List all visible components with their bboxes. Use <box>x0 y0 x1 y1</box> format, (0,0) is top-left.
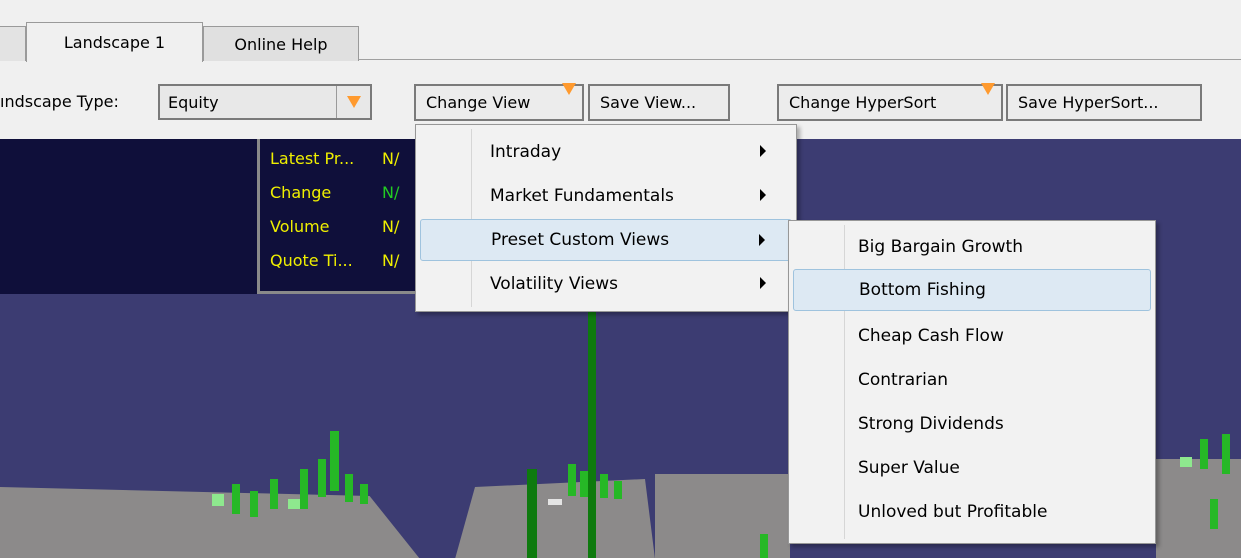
save-view-button[interactable]: Save View... <box>588 84 730 121</box>
landscape-type-label: ındscape Type: <box>0 92 119 111</box>
menu-item-label: Big Bargain Growth <box>858 237 1023 257</box>
menu-item-label: Strong Dividends <box>858 414 1004 434</box>
submenu-arrow-icon <box>760 189 766 201</box>
submenu-arrow-icon <box>760 145 766 157</box>
stock-bar[interactable] <box>345 474 353 502</box>
stock-bar[interactable] <box>1210 499 1218 529</box>
change-hypersort-label: Change HyperSort <box>789 93 937 112</box>
menu-item-label: Intraday <box>490 142 562 162</box>
save-hypersort-button[interactable]: Save HyperSort... <box>1006 84 1202 121</box>
stock-bar[interactable] <box>270 479 278 509</box>
stock-bar[interactable] <box>232 484 240 514</box>
quote-time-label: Quote Ti... <box>270 251 353 270</box>
menu-item-label: Volatility Views <box>490 274 619 294</box>
stock-bar[interactable] <box>527 469 537 558</box>
landscape-type-value: Equity <box>168 92 219 112</box>
volume-value: N/ <box>382 217 400 236</box>
change-view-menu: Intraday Market Fundamentals Preset Cust… <box>415 124 797 312</box>
change-value: N/ <box>382 183 400 202</box>
stock-bar[interactable] <box>330 431 339 491</box>
menu-item-label: Contrarian <box>858 370 949 390</box>
sector-platform[interactable] <box>655 474 790 558</box>
submenu-arrow-icon <box>759 234 765 246</box>
quote-panel: Latest Pr... N/ Change N/ Volume N/ Quot… <box>257 139 427 294</box>
submenu-arrow-icon <box>760 277 766 289</box>
stock-bar[interactable] <box>568 464 576 496</box>
latest-price-label: Latest Pr... <box>270 149 355 168</box>
stock-bar[interactable] <box>288 499 300 509</box>
sector-platform[interactable] <box>0 487 420 558</box>
stock-bar[interactable] <box>580 471 588 497</box>
stock-bar[interactable] <box>548 499 562 505</box>
preset-custom-views-submenu: Big Bargain Growth Bottom Fishing Cheap … <box>788 220 1156 544</box>
menu-item-intraday[interactable]: Intraday <box>420 131 792 173</box>
save-view-label: Save View... <box>600 93 697 112</box>
stock-bar[interactable] <box>614 481 622 499</box>
menu-item-label: Cheap Cash Flow <box>858 326 1004 346</box>
ticker-panel <box>0 139 257 294</box>
stock-bar[interactable] <box>300 469 308 509</box>
stock-bar[interactable] <box>360 484 368 504</box>
stock-bar[interactable] <box>250 491 258 517</box>
change-hypersort-button[interactable]: Change HyperSort <box>777 83 1003 121</box>
change-view-label: Change View <box>426 93 531 112</box>
volume-label: Volume <box>270 217 330 236</box>
change-label: Change <box>270 183 332 202</box>
submenu-item-unloved-but-profitable[interactable]: Unloved but Profitable <box>793 491 1151 533</box>
menu-item-label: Market Fundamentals <box>490 186 674 206</box>
submenu-item-strong-dividends[interactable]: Strong Dividends <box>793 403 1151 445</box>
menu-item-preset-custom-views[interactable]: Preset Custom Views <box>420 219 792 261</box>
submenu-item-super-value[interactable]: Super Value <box>793 447 1151 489</box>
quote-time-value: N/ <box>382 251 400 270</box>
tab-strip: Landscape 1 Online Help <box>0 0 1241 62</box>
tab-landscape-1[interactable]: Landscape 1 <box>26 22 203 62</box>
stock-bar[interactable] <box>1222 434 1230 474</box>
stock-bar[interactable] <box>600 474 608 498</box>
stock-bar[interactable] <box>1180 457 1192 467</box>
save-hypersort-label: Save HyperSort... <box>1018 93 1159 112</box>
menu-item-volatility-views[interactable]: Volatility Views <box>420 263 792 305</box>
stock-bar[interactable] <box>318 459 326 497</box>
menu-item-label: Super Value <box>858 458 960 478</box>
submenu-item-bottom-fishing[interactable]: Bottom Fishing <box>793 269 1151 311</box>
submenu-item-contrarian[interactable]: Contrarian <box>793 359 1151 401</box>
stock-bar[interactable] <box>1200 439 1208 469</box>
stock-bar[interactable] <box>212 494 224 506</box>
menu-item-market-fundamentals[interactable]: Market Fundamentals <box>420 175 792 217</box>
menu-item-label: Bottom Fishing <box>859 280 986 300</box>
submenu-item-cheap-cash-flow[interactable]: Cheap Cash Flow <box>793 315 1151 357</box>
tab-online-help[interactable]: Online Help <box>203 26 359 61</box>
dropdown-arrow-icon <box>981 83 995 114</box>
tab-label: Online Help <box>234 34 328 54</box>
latest-price-value: N/ <box>382 149 400 168</box>
tab-label: Landscape 1 <box>63 33 166 52</box>
stock-bar[interactable] <box>588 311 596 558</box>
tab-previous-stub[interactable] <box>0 26 26 61</box>
menu-item-label: Unloved but Profitable <box>858 502 1048 522</box>
sector-platform[interactable] <box>455 479 655 558</box>
menu-item-label: Preset Custom Views <box>491 230 670 250</box>
stock-bar[interactable] <box>760 534 768 558</box>
submenu-item-big-bargain-growth[interactable]: Big Bargain Growth <box>793 226 1151 268</box>
change-view-button[interactable]: Change View <box>414 83 584 121</box>
landscape-type-select[interactable]: Equity <box>158 84 372 120</box>
dropdown-arrow-icon <box>562 83 576 114</box>
dropdown-arrow-icon[interactable] <box>336 86 370 118</box>
